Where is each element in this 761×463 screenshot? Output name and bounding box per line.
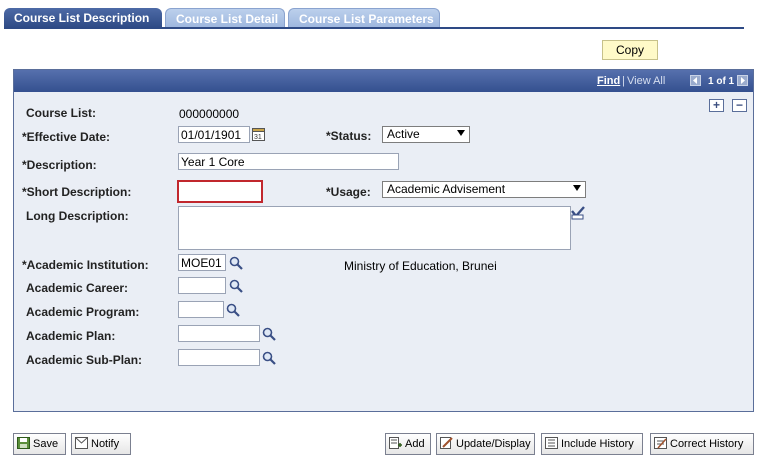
academic-institution-label: *Academic Institution: [22, 258, 149, 272]
tab-course-list-parameters[interactable]: Course List Parameters [288, 8, 440, 28]
svg-text:31: 31 [254, 134, 262, 141]
save-button[interactable]: Save [13, 433, 66, 455]
academic-career-label: Academic Career: [26, 281, 129, 295]
include-history-icon [545, 437, 558, 449]
academic-program-label: Academic Program: [26, 305, 140, 319]
chevron-down-icon [573, 185, 581, 191]
course-list-label: Course List: [26, 106, 97, 120]
tab-underline [4, 27, 744, 29]
description-label: *Description: [22, 158, 97, 172]
previous-arrow-icon[interactable] [690, 75, 701, 86]
find-link[interactable]: Find [597, 75, 620, 87]
lookup-icon[interactable] [229, 279, 243, 293]
lookup-icon[interactable] [262, 351, 276, 365]
course-list-value: 000000000 [179, 107, 240, 121]
copy-button[interactable]: Copy [602, 40, 658, 60]
chevron-down-icon [457, 130, 465, 136]
academic-institution-description: Ministry of Education, Brunei [344, 259, 497, 273]
add-button[interactable]: Add [385, 433, 431, 455]
academic-career-input[interactable] [178, 277, 226, 294]
long-description-textarea[interactable] [178, 206, 571, 250]
update-display-button[interactable]: Update/Display [436, 433, 535, 455]
academic-program-input[interactable] [178, 301, 224, 318]
add-icon [389, 437, 402, 449]
lookup-icon[interactable] [229, 256, 243, 270]
correct-history-button[interactable]: Correct History [650, 433, 754, 455]
effective-date-label: *Effective Date: [22, 130, 111, 144]
update-display-button-label: Update/Display [456, 438, 531, 450]
lookup-icon[interactable] [226, 303, 240, 317]
academic-plan-label: Academic Plan: [26, 329, 116, 343]
include-history-button[interactable]: Include History [541, 433, 643, 455]
row-count: 1 of 1 [708, 76, 735, 87]
academic-institution-input[interactable] [178, 254, 226, 271]
notify-button-label: Notify [91, 438, 120, 450]
tab-course-list-detail[interactable]: Course List Detail [165, 8, 285, 28]
usage-select[interactable]: Academic Advisement [382, 181, 586, 198]
update-display-icon [440, 437, 453, 449]
spell-check-icon[interactable] [570, 205, 586, 221]
save-icon [17, 437, 30, 449]
view-all-link[interactable]: View All [627, 75, 665, 87]
academic-subplan-label: Academic Sub-Plan: [26, 353, 143, 367]
lookup-icon[interactable] [262, 327, 276, 341]
correct-history-button-label: Correct History [670, 438, 744, 450]
header-separator: | [622, 75, 625, 87]
delete-row-icon[interactable]: − [732, 99, 747, 112]
save-button-label: Save [33, 438, 59, 450]
panel-header: Find | View All 1 of 1 [14, 70, 753, 92]
effective-date-input[interactable] [178, 126, 250, 143]
add-button-label: Add [405, 438, 425, 450]
next-arrow-icon[interactable] [737, 75, 748, 86]
add-row-icon[interactable]: + [709, 99, 724, 112]
status-select[interactable]: Active [382, 126, 470, 143]
usage-select-value: Academic Advisement [387, 182, 506, 196]
tab-course-list-description[interactable]: Course List Description [4, 8, 162, 28]
short-description-input[interactable] [177, 180, 263, 203]
notify-icon [75, 437, 88, 449]
usage-label: *Usage: [326, 185, 371, 199]
include-history-button-label: Include History [561, 438, 634, 450]
academic-subplan-input[interactable] [178, 349, 260, 366]
notify-button[interactable]: Notify [71, 433, 131, 455]
status-label: *Status: [326, 129, 372, 143]
calendar-icon[interactable]: 31 [252, 127, 265, 141]
course-list-panel: Find | View All 1 of 1 + − Course List: … [13, 69, 754, 412]
short-description-label: *Short Description: [22, 185, 132, 199]
correct-history-icon [654, 437, 667, 449]
academic-plan-input[interactable] [178, 325, 260, 342]
long-description-label: Long Description: [26, 209, 129, 223]
description-input[interactable] [178, 153, 399, 170]
status-select-value: Active [387, 127, 420, 141]
